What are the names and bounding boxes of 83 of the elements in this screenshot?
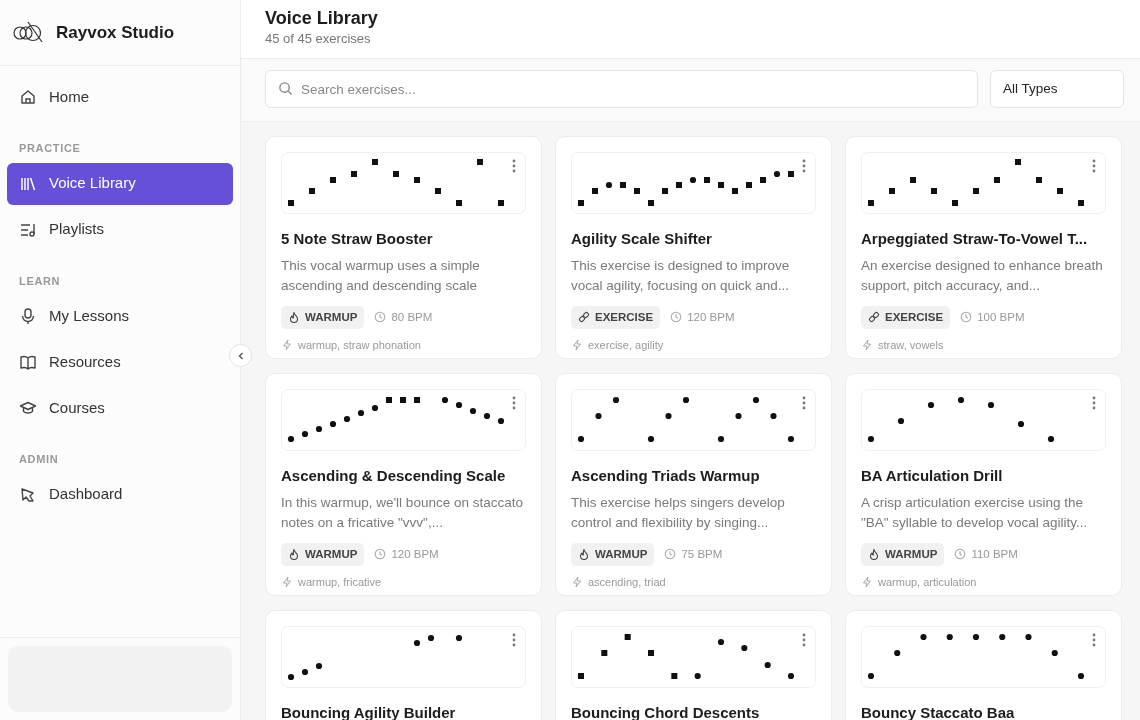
type-badge: EXERCISE: [861, 305, 951, 329]
type-badge: WARMUP: [571, 542, 655, 566]
kebab-icon: [802, 159, 806, 173]
section-heading: LEARN: [18, 273, 62, 289]
bolt-icon: [281, 339, 293, 351]
card-description: An exercise designed to enhance breath support, pitch accuracy, and...: [861, 256, 1104, 295]
flame-icon: [578, 548, 590, 561]
card-title: Arpeggiated Straw-To-Vowel T...: [861, 229, 1089, 249]
kebab-icon: [1092, 159, 1096, 173]
graduation-cap-icon: [19, 399, 37, 417]
kebab-icon: [1092, 633, 1096, 647]
card-description: This vocal warmup uses a simple ascending and descending scale: [281, 256, 481, 295]
card-title: BA Articulation Drill: [861, 466, 1004, 486]
clock-icon: [664, 548, 677, 561]
card-description: In this warmup, we'll bounce on staccato notes on a fricative "vvv",...: [281, 493, 524, 532]
exercise-card[interactable]: 5 Note Straw Booster This vocal warmup uses a simple ascending and descending scale WARMUP 80 BPM warmup, straw phonation: [265, 136, 542, 359]
clock-icon: [374, 311, 387, 324]
type-select[interactable]: All Types: [990, 70, 1124, 108]
kebab-icon: [802, 396, 806, 410]
nav-item[interactable]: Dashboard: [7, 473, 233, 516]
link-icon: [868, 311, 880, 324]
clock-icon: [960, 311, 973, 324]
flame-icon: [868, 548, 880, 561]
tempo-label: 75 BPM: [681, 546, 723, 562]
exercise-card[interactable]: BA Articulation Drill A crisp articulation exercise using the "BA" syllable to develop vocal agility... WARMUP 110 BPM warmup, articulation: [845, 373, 1122, 596]
page-title: Voice Library: [265, 7, 379, 29]
nav-item[interactable]: Resources: [7, 341, 233, 383]
tag-list: exercise, agility: [588, 336, 664, 354]
link-icon: [578, 311, 590, 324]
exercise-card[interactable]: Arpeggiated Straw-To-Vowel T... An exercise designed to enhance breath support, pitch accuracy, and... EXERCISE 100 BPM straw, vowels: [845, 136, 1122, 359]
tempo-label: 120 BPM: [687, 309, 735, 325]
nav-item[interactable]: Home: [7, 76, 233, 118]
section-heading: ADMIN: [18, 452, 60, 467]
kebab-icon: [802, 633, 806, 647]
kebab-icon: [512, 159, 516, 173]
bolt-icon: [571, 576, 583, 588]
kebab-icon: [512, 396, 516, 410]
search-field[interactable]: Search exercises...: [265, 70, 978, 108]
kebab-icon: [1092, 396, 1096, 410]
exercise-card[interactable]: Ascending Triads Warmup This exercise helps singers develop control and flexibility by singing... WARMUP 75 BPM ascending, triad: [555, 373, 832, 596]
type-badge: EXERCISE: [571, 305, 661, 329]
brand-name: Rayvox Studio: [56, 21, 175, 44]
clock-icon: [954, 548, 967, 561]
home-icon: [19, 88, 37, 106]
card-description: A crisp articulation exercise using the "BA" syllable to develop vocal agility...: [861, 493, 1089, 532]
tag-list: warmup, straw phonation: [298, 336, 421, 354]
microphone-icon: [19, 307, 37, 325]
exercise-count: 45 of 45 exercises: [265, 30, 372, 48]
tempo-label: 100 BPM: [977, 309, 1025, 325]
bolt-icon: [861, 339, 873, 351]
type-badge: WARMUP: [861, 542, 945, 566]
card-title: Ascending Triads Warmup: [571, 466, 761, 486]
tag-list: ascending, triad: [588, 573, 666, 591]
type-badge: WARMUP: [281, 305, 365, 329]
nav-item[interactable]: My Lessons: [7, 295, 233, 337]
clock-icon: [374, 548, 387, 561]
card-description: This exercise helps singers develop control and flexibility by singing...: [571, 493, 786, 532]
kebab-icon: [512, 633, 516, 647]
nav-item[interactable]: Playlists: [7, 208, 233, 251]
card-title: 5 Note Straw Booster: [281, 229, 434, 249]
nav-item[interactable]: Voice Library: [7, 162, 233, 205]
tag-list: warmup, fricative: [298, 573, 382, 591]
tempo-label: 80 BPM: [391, 309, 433, 325]
exercise-card[interactable]: Agility Scale Shifter This exercise is designed to improve vocal agility, focusing on quick and... EXERCISE 120 BPM exercise, agility: [555, 136, 832, 359]
type-badge: WARMUP: [281, 542, 365, 566]
exercise-card[interactable]: Ascending & Descending Scale In this warmup, we'll bounce on staccato notes on a fricative "vvv",... WARMUP 120 BPM warmup, fricative: [265, 373, 542, 596]
pen-tool-icon: [19, 485, 37, 504]
bolt-icon: [571, 339, 583, 351]
book-icon: [19, 353, 37, 371]
section-heading: PRACTICE: [18, 141, 82, 156]
tag-list: warmup, articulation: [878, 573, 977, 591]
bolt-icon: [281, 576, 293, 588]
card-title: Agility Scale Shifter: [571, 229, 713, 249]
tempo-label: 120 BPM: [391, 546, 439, 562]
bolt-icon: [861, 576, 873, 588]
flame-icon: [288, 311, 300, 324]
clock-icon: [670, 311, 683, 324]
tempo-label: 110 BPM: [971, 546, 1018, 562]
tag-list: straw, vowels: [878, 336, 944, 354]
card-title: Ascending & Descending Scale: [281, 466, 507, 486]
flame-icon: [288, 548, 300, 561]
card-description: This exercise is designed to improve vocal agility, focusing on quick and...: [571, 256, 791, 295]
nav-item[interactable]: Courses: [7, 387, 233, 429]
